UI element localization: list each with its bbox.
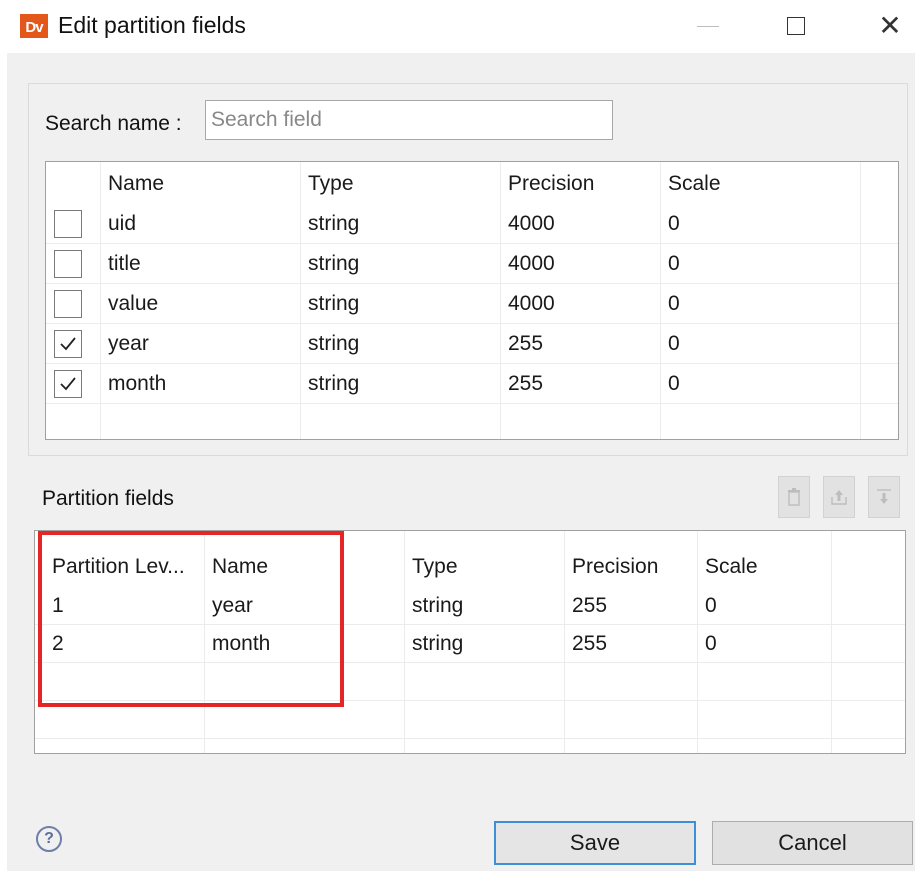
table-row[interactable]: uid string 4000 0 (46, 204, 898, 244)
row-checkbox[interactable] (54, 210, 82, 238)
window-title: Edit partition fields (58, 12, 246, 38)
dialog-window: Dv Edit partition fields ✕ Search name : (0, 0, 922, 871)
move-down-button[interactable] (868, 476, 900, 518)
table-header: Partition Lev... Name Type Precision Sca… (35, 547, 905, 587)
move-up-icon (831, 490, 847, 505)
cancel-button[interactable]: Cancel (712, 821, 913, 865)
field-name: month (108, 371, 167, 395)
row-checkbox-checked[interactable] (54, 330, 82, 358)
field-name: month (212, 631, 271, 655)
table-row[interactable]: year string 255 0 (46, 324, 898, 364)
table-row[interactable]: 2 month string 255 0 (35, 625, 905, 663)
field-scale: 0 (668, 251, 680, 275)
move-up-button[interactable] (823, 476, 855, 518)
table-row[interactable]: title string 4000 0 (46, 244, 898, 284)
table-row-empty (35, 701, 905, 739)
field-name: year (108, 331, 149, 355)
column-header-partition-level[interactable]: Partition Lev... (52, 547, 185, 587)
partition-table: Partition Lev... Name Type Precision Sca… (34, 530, 906, 754)
field-type: string (308, 371, 360, 395)
delete-partition-button[interactable] (778, 476, 810, 518)
field-scale: 0 (705, 593, 717, 617)
field-precision: 255 (508, 331, 544, 355)
field-name: uid (108, 211, 137, 235)
field-precision: 255 (572, 631, 608, 655)
field-precision: 4000 (508, 251, 555, 275)
field-scale: 0 (668, 371, 680, 395)
move-down-icon (877, 489, 891, 504)
field-type: string (308, 251, 360, 275)
row-checkbox[interactable] (54, 250, 82, 278)
fields-table: Name Type Precision Scale uid string 400… (45, 161, 899, 440)
field-precision: 4000 (508, 211, 555, 235)
column-header-name[interactable]: Name (212, 547, 268, 587)
row-checkbox-checked[interactable] (54, 370, 82, 398)
dialog-body: Search name : Name Type Precision Scale … (7, 53, 915, 871)
minimize-button[interactable] (678, 6, 738, 46)
field-type: string (308, 291, 360, 315)
column-header-type[interactable]: Type (308, 164, 354, 204)
row-checkbox[interactable] (54, 290, 82, 318)
field-type: string (308, 211, 360, 235)
search-label: Search name : (45, 112, 182, 135)
checkmark-icon (60, 337, 76, 351)
field-scale: 0 (705, 631, 717, 655)
table-row[interactable]: 1 year string 255 0 (35, 587, 905, 625)
partition-level: 2 (52, 631, 64, 655)
table-row[interactable]: month string 255 0 (46, 364, 898, 404)
table-row[interactable]: value string 4000 0 (46, 284, 898, 324)
column-header-scale[interactable]: Scale (668, 164, 721, 204)
search-input[interactable] (205, 100, 613, 140)
table-header: Name Type Precision Scale (46, 164, 898, 204)
field-scale: 0 (668, 331, 680, 355)
column-header-name[interactable]: Name (108, 164, 164, 204)
minimize-icon (697, 25, 719, 27)
delete-icon (788, 488, 800, 506)
field-name: value (108, 291, 159, 315)
checkmark-icon (60, 377, 76, 391)
column-header-precision[interactable]: Precision (508, 164, 594, 204)
close-button[interactable]: ✕ (860, 6, 920, 46)
field-type: string (308, 331, 360, 355)
app-logo-icon: Dv (20, 14, 48, 38)
field-name: year (212, 593, 253, 617)
maximize-button[interactable] (766, 6, 826, 46)
title-bar: Dv Edit partition fields ✕ (0, 0, 922, 52)
field-type: string (412, 631, 464, 655)
column-header-scale[interactable]: Scale (705, 547, 758, 587)
table-row-empty (46, 404, 898, 439)
column-header-precision[interactable]: Precision (572, 547, 658, 587)
table-row-empty (35, 663, 905, 701)
field-selection-group: Search name : Name Type Precision Scale … (28, 83, 908, 456)
field-type: string (412, 593, 464, 617)
save-button[interactable]: Save (494, 821, 696, 865)
maximize-icon (787, 17, 805, 35)
close-icon: ✕ (878, 9, 902, 42)
column-header-type[interactable]: Type (412, 547, 458, 587)
field-scale: 0 (668, 291, 680, 315)
field-precision: 255 (508, 371, 544, 395)
field-precision: 4000 (508, 291, 555, 315)
partition-fields-label: Partition fields (42, 487, 174, 510)
field-precision: 255 (572, 593, 608, 617)
field-scale: 0 (668, 211, 680, 235)
help-icon[interactable]: ? (36, 826, 62, 852)
field-name: title (108, 251, 141, 275)
partition-level: 1 (52, 593, 64, 617)
